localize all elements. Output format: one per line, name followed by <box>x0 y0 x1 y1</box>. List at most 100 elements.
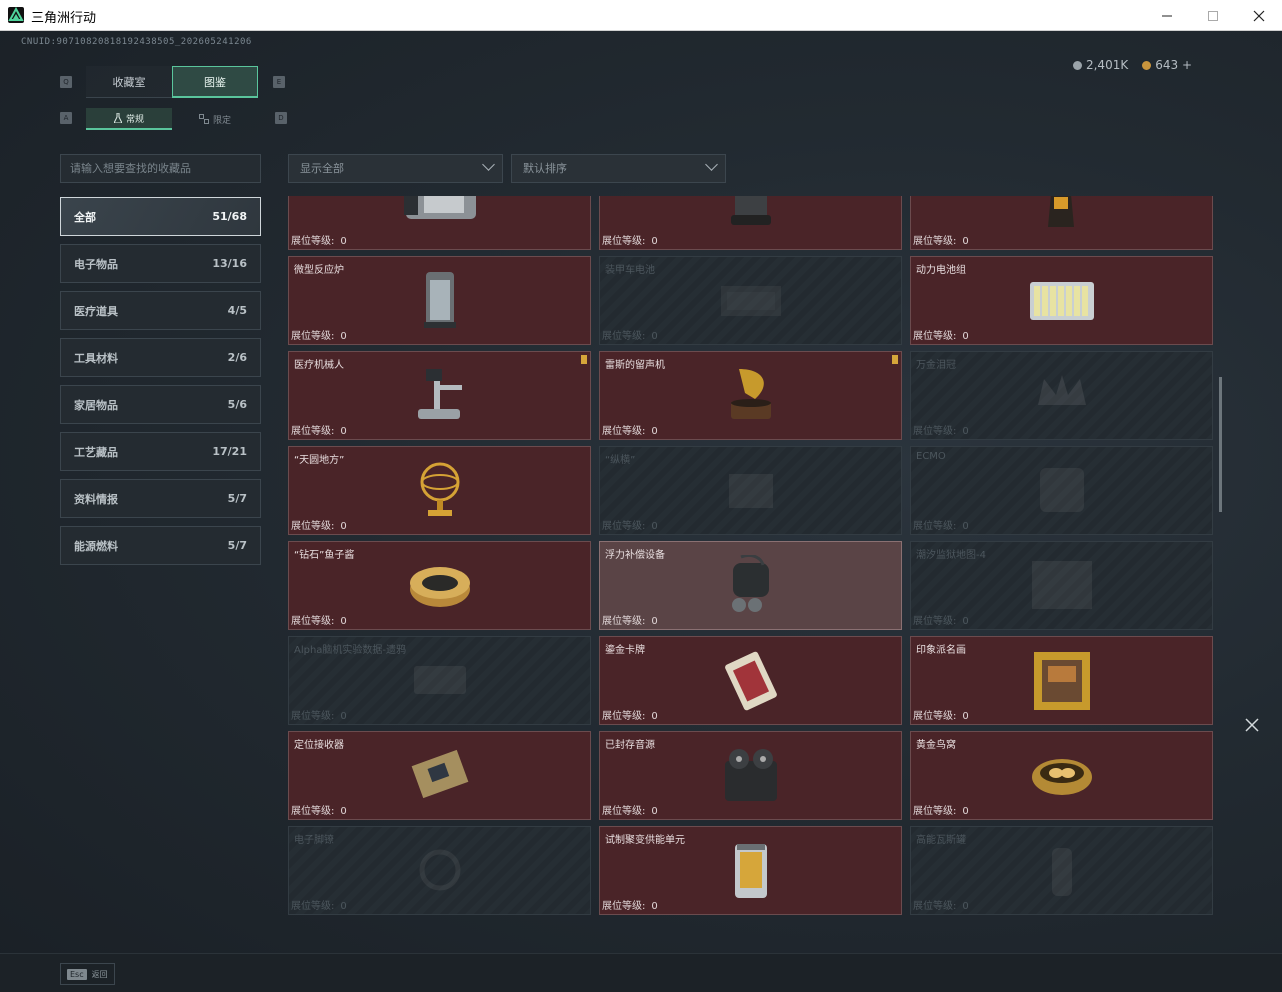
robot-arm-icon <box>417 368 462 419</box>
display-level-value: 0 <box>340 236 347 247</box>
collectible-card[interactable]: 黄金鸟窝 展位等级: 0 <box>910 731 1213 820</box>
display-level-label: 展位等级: <box>913 616 957 627</box>
category-energy[interactable]: 能源燃料 5/7 <box>60 526 261 565</box>
chevron-down-icon <box>705 158 718 171</box>
collectible-name: 试制聚变供能单元 <box>605 835 685 846</box>
dive-gear-icon <box>731 554 769 612</box>
display-level-value: 0 <box>651 901 658 912</box>
collectible-grid-inner: 展位等级: 0 展位等级: 0 展位等级: 0 微型反应炉 展位等级: 0 装甲车电池 展位等级: 0… <box>288 196 1213 915</box>
collectible-card[interactable]: 装甲车电池展位等级: 0 <box>599 256 902 345</box>
golden-nest-icon <box>1031 758 1092 795</box>
display-level-value: 0 <box>651 331 658 342</box>
display-level-label: 展位等级: <box>913 521 957 532</box>
display-level: 展位等级: 0 <box>291 422 347 437</box>
category-crafts[interactable]: 工艺藏品 17/21 <box>60 432 261 471</box>
tape-recorder-icon <box>724 748 777 801</box>
category-medical[interactable]: 医疗道具 4/5 <box>60 291 261 330</box>
close-icon[interactable] <box>1244 717 1260 733</box>
collectible-card[interactable]: 试制聚变供能单元 展位等级: 0 <box>599 826 902 915</box>
collectible-name: Alpha脑机实验数据-遗鸦 <box>294 645 407 656</box>
search-input[interactable]: 请输入想要查找的收藏品 <box>60 154 261 183</box>
close-button[interactable] <box>1236 0 1282 31</box>
display-level-value: 0 <box>962 331 969 342</box>
display-level-value: 0 <box>340 426 347 437</box>
user-uid: CNUID:90710820818192438505_202605241206 <box>21 37 252 47</box>
collectible-card[interactable]: 展位等级: 0 <box>599 196 902 250</box>
display-level: 展位等级: 0 <box>291 517 347 532</box>
collectible-name: “钻石”鱼子酱 <box>294 550 355 561</box>
display-level: 展位等级: 0 <box>291 232 347 247</box>
collectible-name: ECMO <box>916 451 946 462</box>
tab-collection-room[interactable]: 收藏室 <box>86 66 172 98</box>
display-level-label: 展位等级: <box>291 236 335 247</box>
currency-silver: 2,401K <box>1072 58 1128 72</box>
silver-coin-icon <box>1072 61 1082 70</box>
display-level: 展位等级: 0 <box>913 517 969 532</box>
category-intel[interactable]: 资料情报 5/7 <box>60 479 261 518</box>
app-logo-icon <box>8 7 24 23</box>
game-viewport: CNUID:90710820818192438505_202605241206 … <box>0 31 1282 992</box>
display-level: 展位等级: 0 <box>291 897 347 912</box>
collectible-name: 已封存音源 <box>605 740 655 751</box>
grid-icon <box>198 114 209 124</box>
collectible-name: 潮汐监狱地图-4 <box>916 550 986 561</box>
collectible-card[interactable]: 浮力补偿设备 展位等级: 0 <box>599 541 902 630</box>
collectible-card[interactable]: 雷斯的留声机 展位等级: 0 <box>599 351 902 440</box>
display-level-value: 0 <box>962 901 969 912</box>
category-all[interactable]: 全部 51/68 <box>60 197 261 236</box>
collectible-card[interactable]: 电子脚镣展位等级: 0 <box>288 826 591 915</box>
currency-gold[interactable]: 643 + <box>1142 58 1192 72</box>
display-level-value: 0 <box>651 236 658 247</box>
collectible-card[interactable]: 鎏金卡牌 展位等级: 0 <box>599 636 902 725</box>
key-hint-q: Q <box>60 76 72 88</box>
display-filter-dropdown[interactable]: 显示全部 <box>288 154 503 183</box>
subtab-regular[interactable]: 常规 <box>86 108 172 130</box>
collectible-card[interactable]: Alpha脑机实验数据-遗鸦 展位等级: 0 <box>288 636 591 725</box>
drive-icon <box>413 665 466 694</box>
category-tools[interactable]: 工具材料 2/6 <box>60 338 261 377</box>
gold-coin-icon <box>1142 61 1152 70</box>
battery-pack-icon <box>1029 281 1094 320</box>
anklet-icon <box>419 849 460 890</box>
category-household[interactable]: 家居物品 5/6 <box>60 385 261 424</box>
tab-codex[interactable]: 图鉴 <box>172 66 258 98</box>
collectible-name: 装甲车电池 <box>605 265 655 276</box>
collectible-card[interactable]: 万金泪冠 展位等级: 0 <box>910 351 1213 440</box>
collectible-card[interactable]: 动力电池组 展位等级: 0 <box>910 256 1213 345</box>
collectible-card[interactable]: “天圆地方” 展位等级: 0 <box>288 446 591 535</box>
collectible-card[interactable]: 医疗机械人 展位等级: 0 <box>288 351 591 440</box>
category-electronics[interactable]: 电子物品 13/16 <box>60 244 261 283</box>
display-level-value: 0 <box>340 521 347 532</box>
collectible-card[interactable]: 已封存音源 展位等级: 0 <box>599 731 902 820</box>
bottom-bar: Esc 返回 <box>0 953 1282 992</box>
new-badge-icon <box>581 355 587 364</box>
display-level-label: 展位等级: <box>602 616 646 627</box>
collectible-card[interactable]: 展位等级: 0 <box>910 196 1213 250</box>
collectible-card[interactable]: 潮汐监狱地图-4 展位等级: 0 <box>910 541 1213 630</box>
reactor-icon <box>423 271 456 328</box>
collectible-card[interactable]: 微型反应炉 展位等级: 0 <box>288 256 591 345</box>
display-level-value: 0 <box>340 901 347 912</box>
collectible-card[interactable]: 高能瓦斯罐 展位等级: 0 <box>910 826 1213 915</box>
collectible-name: 雷斯的留声机 <box>605 360 665 371</box>
collectible-card[interactable]: 印象派名画 展位等级: 0 <box>910 636 1213 725</box>
collectible-card[interactable]: “钻石”鱼子酱 展位等级: 0 <box>288 541 591 630</box>
collectible-card[interactable]: “纵横” 展位等级: 0 <box>599 446 902 535</box>
collectible-name: 电子脚镣 <box>294 835 334 846</box>
display-level-label: 展位等级: <box>602 331 646 342</box>
board-icon <box>728 473 773 508</box>
display-level-label: 展位等级: <box>602 901 646 912</box>
collectible-card[interactable]: 展位等级: 0 <box>288 196 591 250</box>
collectible-card[interactable]: ECMO 展位等级: 0 <box>910 446 1213 535</box>
minimize-button[interactable] <box>1144 0 1190 31</box>
subtab-limited[interactable]: 限定 <box>172 108 258 130</box>
grid-scrollbar[interactable] <box>1219 377 1222 512</box>
sort-dropdown[interactable]: 默认排序 <box>511 154 726 183</box>
maximize-button[interactable] <box>1190 0 1236 31</box>
gas-canister-icon <box>1051 847 1072 896</box>
display-level-value: 0 <box>651 616 658 627</box>
gramophone-icon <box>730 368 771 419</box>
back-button[interactable]: Esc 返回 <box>60 963 115 985</box>
display-level-value: 0 <box>962 521 969 532</box>
collectible-card[interactable]: 定位接收器 展位等级: 0 <box>288 731 591 820</box>
